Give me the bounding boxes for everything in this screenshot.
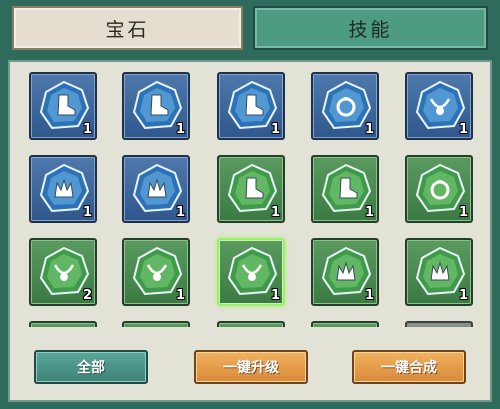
filter-all-label: 全部: [77, 360, 105, 376]
tab-skill[interactable]: 技能: [253, 6, 488, 50]
gem-grid[interactable]: 1 1 1 1 1 1 1 1 1 1 2 1 1 1 1: [10, 62, 490, 327]
gem-slot[interactable]: 1: [217, 155, 285, 223]
gem-count: 1: [175, 288, 185, 303]
gem-slot[interactable]: 1: [29, 155, 97, 223]
gem-count: 1: [364, 122, 374, 137]
gem-slot[interactable]: 1: [217, 72, 285, 140]
gem-count: 1: [82, 205, 92, 220]
gem-count: 2: [82, 288, 92, 303]
gem-count: 1: [458, 288, 468, 303]
gem-slot[interactable]: 1: [122, 238, 190, 306]
gem-count: 1: [458, 122, 468, 137]
upgrade-all-label: 一键升级: [223, 360, 279, 376]
gem-slot[interactable]: [311, 321, 379, 327]
gem-slot[interactable]: 1: [405, 155, 473, 223]
gem-count: 1: [364, 205, 374, 220]
gem-inventory-panel: 1 1 1 1 1 1 1 1 1 1 2 1 1 1 1 全部 一键升级 一键合成: [8, 60, 492, 402]
merge-all-label: 一键合成: [381, 360, 437, 376]
gem-slot[interactable]: 1: [405, 72, 473, 140]
gem-count: 1: [364, 288, 374, 303]
gem-slot[interactable]: [29, 321, 97, 327]
tab-gem[interactable]: 宝石: [12, 6, 243, 50]
gem-count: 1: [270, 288, 280, 303]
tab-gem-label: 宝石: [105, 18, 150, 41]
gem-count: 1: [458, 205, 468, 220]
gem-slot[interactable]: [122, 321, 190, 327]
gem-count: 1: [175, 205, 185, 220]
gem-count: 1: [270, 122, 280, 137]
gem-slot[interactable]: 1: [122, 72, 190, 140]
gem-slot[interactable]: 1: [122, 155, 190, 223]
gem-slot[interactable]: [217, 321, 285, 327]
gem-slot[interactable]: 1: [311, 238, 379, 306]
gem-count: 1: [82, 122, 92, 137]
tab-skill-label: 技能: [348, 18, 393, 41]
action-bar: 全部 一键升级 一键合成: [10, 332, 490, 400]
gem-slot[interactable]: 1: [405, 238, 473, 306]
merge-all-button[interactable]: 一键合成: [352, 350, 466, 384]
filter-all-button[interactable]: 全部: [34, 350, 148, 384]
gem-count: 1: [270, 205, 280, 220]
gem-slot[interactable]: 1: [311, 72, 379, 140]
upgrade-all-button[interactable]: 一键升级: [194, 350, 308, 384]
gem-slot[interactable]: 1: [217, 238, 285, 306]
gem-slot[interactable]: 1: [311, 155, 379, 223]
gem-slot[interactable]: [405, 321, 473, 327]
gem-slot[interactable]: 1: [29, 72, 97, 140]
gem-count: 1: [175, 122, 185, 137]
gem-slot[interactable]: 2: [29, 238, 97, 306]
